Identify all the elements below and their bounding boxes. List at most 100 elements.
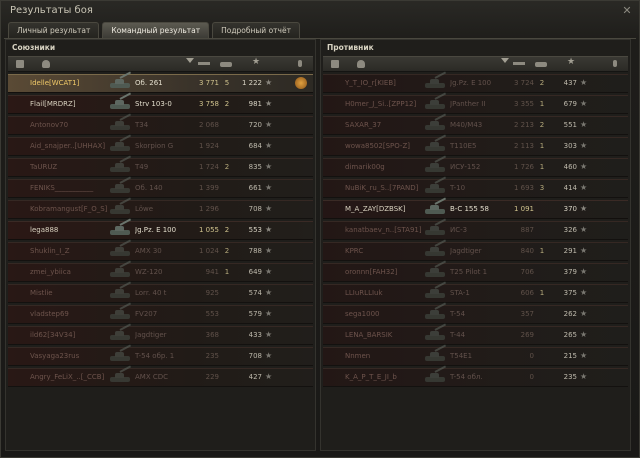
star-icon: ★	[580, 204, 588, 213]
player-row[interactable]: oronnn[FAH32] T25 Pilot 1 706 379 ★	[323, 260, 628, 282]
damage-value: 3 355	[513, 100, 534, 108]
player-row[interactable]: Flail[MRDRZ] Strv 103-0 3 758 2 981 ★	[8, 92, 313, 114]
squad-icon[interactable]	[16, 60, 24, 68]
star-icon: ★	[580, 183, 588, 192]
player-row[interactable]: vladstep69 FV207 553 579 ★	[8, 302, 313, 324]
player-row[interactable]: TaURUZ T49 1 724 2 835 ★	[8, 155, 313, 177]
star-icon: ★	[580, 309, 588, 318]
player-row[interactable]: Nnmen T54E1 0 215 ★	[323, 344, 628, 366]
player-row[interactable]: Mistlie Lorr. 40 t 925 574 ★	[8, 281, 313, 303]
player-row[interactable]: dimarik00g ИСУ-152 1 726 1 460 ★	[323, 155, 628, 177]
star-icon[interactable]: ★	[567, 57, 575, 67]
tank-name: T34	[135, 121, 149, 129]
star-icon: ★	[265, 99, 273, 108]
star-icon: ★	[580, 141, 588, 150]
status-icon[interactable]	[613, 60, 617, 67]
player-icon[interactable]	[42, 60, 50, 68]
squad-icon[interactable]	[331, 60, 339, 68]
tank-icon	[106, 344, 134, 364]
player-row[interactable]: LLIuRLLIuk STA-1 606 1 375 ★	[323, 281, 628, 303]
sort-arrow-icon[interactable]	[186, 58, 194, 63]
tank-icon	[421, 134, 449, 154]
player-icon[interactable]	[357, 60, 365, 68]
player-row[interactable]: Shuklin_I_Z AMX 30 1 024 2 788 ★	[8, 239, 313, 261]
gun-icon[interactable]	[198, 62, 210, 65]
player-row[interactable]: NuBiK_ru_S..[7PAND] T-10 1 693 3 414 ★	[323, 176, 628, 198]
gun-icon[interactable]	[513, 62, 525, 65]
player-row[interactable]: SAXAR_37 M40/M43 2 213 2 551 ★	[323, 113, 628, 135]
damage-value: 925	[205, 289, 219, 297]
star-icon: ★	[265, 267, 273, 276]
tank-icon	[106, 155, 134, 175]
player-row[interactable]: M_A_ZAY[DZBSK] B-C 155 58 1 091 370 ★	[323, 197, 628, 219]
player-row[interactable]: zmei_ybiica WZ-120 941 1 649 ★	[8, 260, 313, 282]
star-icon[interactable]: ★	[252, 57, 260, 67]
player-row[interactable]: sega1000 T-54 357 262 ★	[323, 302, 628, 324]
star-icon: ★	[265, 309, 273, 318]
xp-value: 379	[563, 268, 577, 276]
star-icon: ★	[265, 372, 273, 381]
kills-value: 2	[224, 247, 230, 255]
xp-value: 375	[563, 289, 577, 297]
xp-value: 579	[248, 310, 262, 318]
player-row[interactable]: Kobramangust[F_O_S] Löwe 1 296 708 ★	[8, 197, 313, 219]
tank-icon[interactable]	[535, 62, 547, 67]
player-row[interactable]: H0mer_J_Si..[ZPP12] JPanther II 3 355 1 679 ★	[323, 92, 628, 114]
tab-detailed[interactable]: Подробный отчёт	[212, 22, 300, 38]
damage-value: 553	[205, 310, 219, 318]
kills-value: 1	[224, 268, 230, 276]
player-row[interactable]: LENA_BARSIK T-44 269 265 ★	[323, 323, 628, 345]
tank-icon	[106, 218, 134, 238]
kills-value: 1	[539, 100, 545, 108]
kills-value: 3	[539, 184, 545, 192]
tank-icon	[106, 260, 134, 280]
star-icon: ★	[580, 330, 588, 339]
xp-value: 303	[563, 142, 577, 150]
tab-personal[interactable]: Личный результат	[8, 22, 100, 38]
player-row[interactable]: kanatbaev_n..[STA91] ИС-3 887 326 ★	[323, 218, 628, 240]
player-row[interactable]: wowa8502[SPO-Z] T110E5 2 113 1 303 ★	[323, 134, 628, 156]
player-row[interactable]: Idelle[WCAT1] Об. 261 3 771 5 1 222 ★	[8, 71, 313, 93]
xp-value: 553	[248, 226, 262, 234]
tank-icon	[106, 239, 134, 259]
player-row[interactable]: Aid_snajper..[UHHAX] Skorpion G1 924 684 ★	[8, 134, 313, 156]
kills-value: 2	[224, 163, 230, 171]
kills-value: 5	[224, 79, 230, 87]
tab-team[interactable]: Командный результат	[102, 22, 210, 38]
player-row[interactable]: Antonov70 T34 2 068 720 ★	[8, 113, 313, 135]
player-row[interactable]: ild62[34V34] Jagdtiger 368 433 ★	[8, 323, 313, 345]
tank-icon	[421, 260, 449, 280]
tank-icon	[421, 344, 449, 364]
xp-value: 649	[248, 268, 262, 276]
close-icon[interactable]: ✕	[621, 5, 633, 17]
star-icon: ★	[265, 351, 273, 360]
sort-arrow-icon[interactable]	[501, 58, 509, 63]
xp-value: 433	[248, 331, 262, 339]
star-icon: ★	[265, 141, 273, 150]
star-icon: ★	[580, 120, 588, 129]
tank-icon	[106, 197, 134, 217]
player-row[interactable]: Angry_FeLiX_..[_CCB] AMX CDC 229 427 ★	[8, 365, 313, 387]
tank-icon[interactable]	[220, 62, 232, 67]
xp-value: 460	[563, 163, 577, 171]
player-row[interactable]: K_A_P_T_E_JI_b T-54 обл. 0 235 ★	[323, 365, 628, 387]
enemies-title: Противник	[327, 43, 374, 52]
player-row[interactable]: lega888 Jg.Pz. E 100 1 055 2 553 ★	[8, 218, 313, 240]
star-icon: ★	[580, 162, 588, 171]
star-icon: ★	[580, 351, 588, 360]
star-icon: ★	[580, 246, 588, 255]
player-row[interactable]: FENIKS___________ Об. 140 1 399 661 ★	[8, 176, 313, 198]
xp-value: 437	[563, 79, 577, 87]
status-icon[interactable]	[298, 60, 302, 67]
player-row[interactable]: KPRC Jagdtiger 840 1 291 ★	[323, 239, 628, 261]
xp-value: 427	[248, 373, 262, 381]
player-row[interactable]: Y_T_IO_r[KIEB] Jg.Pz. E 100 3 724 2 437 ★	[323, 71, 628, 93]
medal-icon[interactable]	[295, 77, 307, 89]
star-icon: ★	[580, 99, 588, 108]
damage-value: 3 771	[198, 79, 219, 87]
player-row[interactable]: Vasyaga23rus T-54 обр. 1 235 708 ★	[8, 344, 313, 366]
xp-value: 679	[563, 100, 577, 108]
star-icon: ★	[265, 162, 273, 171]
damage-value: 269	[520, 331, 534, 339]
xp-value: 720	[248, 121, 262, 129]
